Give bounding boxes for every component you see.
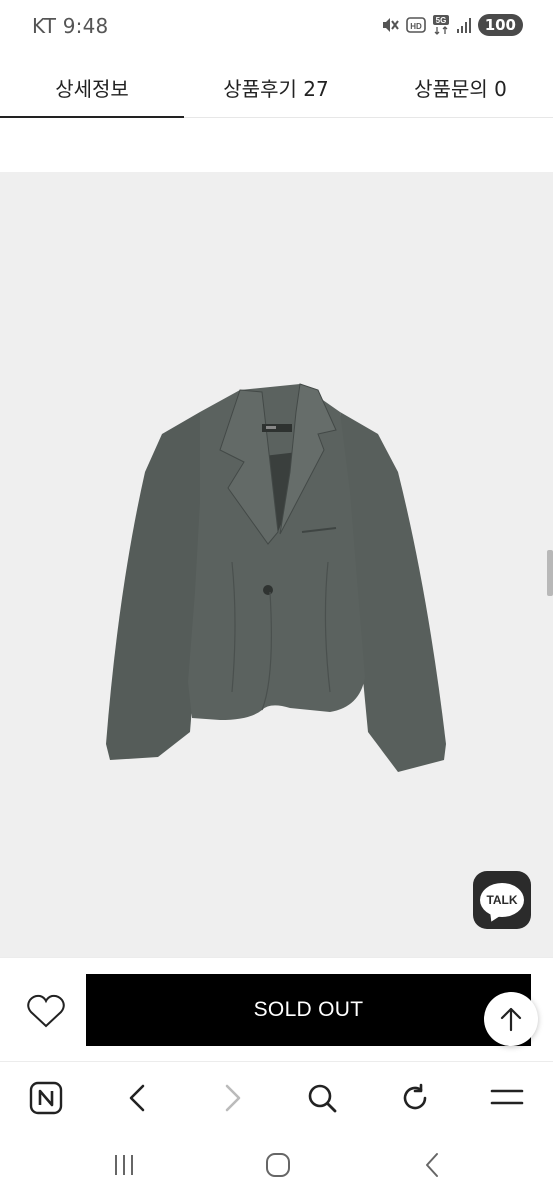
talk-label: TALK	[486, 893, 518, 907]
active-tab-indicator	[0, 116, 184, 118]
tab-reviews[interactable]: 상품후기 27	[184, 56, 368, 118]
refresh-button[interactable]	[395, 1078, 435, 1118]
browser-toolbar	[0, 1061, 553, 1131]
forward-button[interactable]	[212, 1078, 252, 1118]
back-icon	[426, 1153, 438, 1177]
talk-bubble-icon: TALK	[480, 883, 524, 924]
heart-icon	[27, 994, 65, 1028]
jacket-image	[0, 172, 553, 957]
menu-button[interactable]	[487, 1078, 527, 1118]
carrier-label: KT	[32, 14, 57, 38]
purchase-bar: SOLD OUT	[0, 957, 553, 1061]
product-tabs: 상세정보 상품후기 27 상품문의 0	[0, 56, 553, 118]
search-button[interactable]	[302, 1078, 342, 1118]
android-nav-bar	[0, 1131, 553, 1200]
menu-icon	[490, 1089, 524, 1105]
5g-icon: 5G	[432, 14, 450, 36]
svg-text:5G: 5G	[435, 16, 446, 25]
search-icon	[308, 1084, 337, 1113]
tab-detail-info[interactable]: 상세정보	[0, 56, 184, 118]
sold-out-button[interactable]: SOLD OUT	[86, 974, 531, 1046]
tab-inquiries[interactable]: 상품문의 0	[368, 56, 553, 118]
back-icon	[129, 1084, 145, 1112]
recent-apps-icon	[115, 1155, 133, 1175]
recent-apps-button[interactable]	[104, 1149, 144, 1181]
battery-icon: 100	[477, 14, 523, 36]
forward-icon	[225, 1084, 241, 1112]
home-button[interactable]	[258, 1149, 298, 1181]
status-bar: KT 9:48 HD 5G 100	[0, 0, 553, 56]
arrow-up-icon	[500, 1007, 522, 1032]
status-left: KT 9:48	[32, 14, 108, 38]
product-image	[0, 172, 553, 957]
home-icon	[266, 1153, 290, 1177]
hd-icon: HD	[405, 15, 426, 35]
scroll-to-top-button[interactable]	[484, 992, 538, 1046]
status-icons: HD 5G 100	[380, 14, 523, 36]
system-back-button[interactable]	[413, 1149, 453, 1181]
mute-icon	[380, 15, 400, 35]
svg-text:HD: HD	[410, 22, 422, 31]
naver-home-icon	[29, 1081, 63, 1115]
back-button[interactable]	[118, 1078, 158, 1118]
kakao-talk-button[interactable]: TALK	[473, 871, 531, 929]
page-scroll-indicator[interactable]	[547, 550, 553, 596]
naver-home-button[interactable]	[26, 1078, 66, 1118]
signal-icon	[456, 16, 472, 34]
refresh-icon	[403, 1083, 427, 1110]
time-label: 9:48	[62, 14, 109, 38]
wishlist-button[interactable]	[24, 992, 68, 1032]
